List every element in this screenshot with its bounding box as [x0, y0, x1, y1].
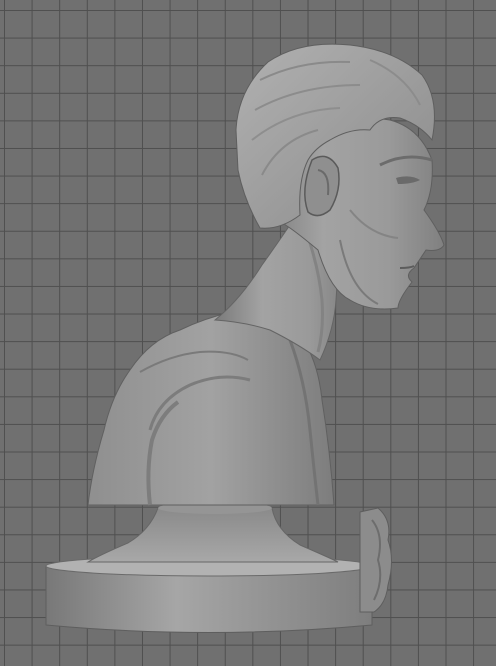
3d-viewport[interactable]	[0, 0, 496, 666]
pedestal[interactable]	[86, 502, 339, 563]
base-disc[interactable]	[45, 555, 373, 633]
side-fragment[interactable]	[359, 507, 392, 613]
model-render[interactable]	[0, 0, 496, 666]
